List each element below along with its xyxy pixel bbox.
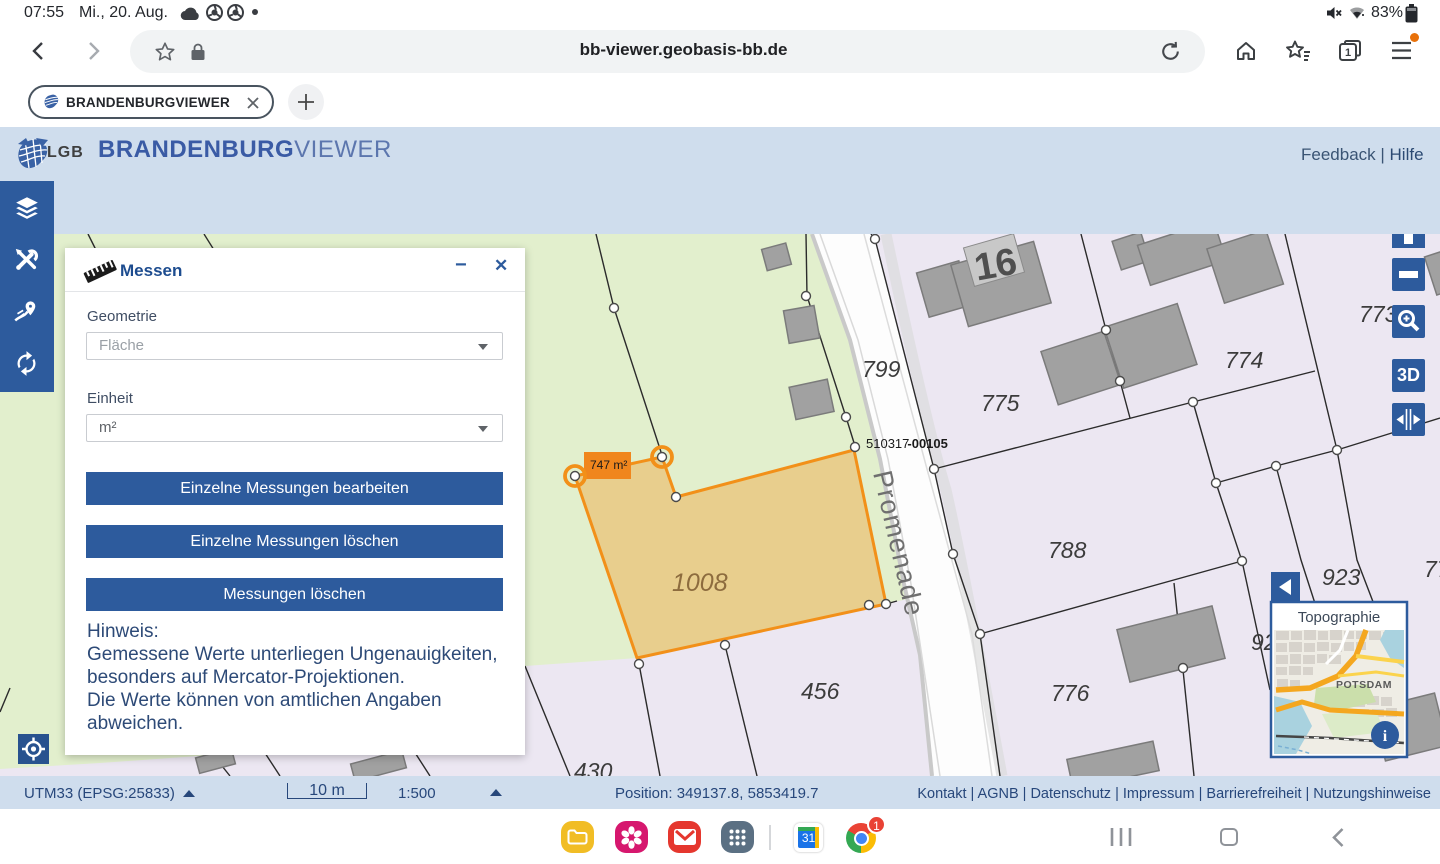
svg-text:77: 77	[1424, 556, 1440, 582]
svg-text:799: 799	[862, 356, 901, 382]
svg-text:775: 775	[981, 390, 1020, 416]
svg-text:456: 456	[801, 678, 840, 704]
svg-text:510317-00105: 510317-00105	[866, 436, 948, 451]
svg-text:776: 776	[1051, 680, 1090, 706]
svg-text:16: 16	[971, 241, 1020, 290]
svg-text:POTSDAM: POTSDAM	[1336, 679, 1392, 691]
svg-text:788: 788	[1048, 537, 1087, 563]
svg-text:923: 923	[1322, 564, 1361, 590]
svg-text:1: 1	[1345, 47, 1351, 59]
svg-text:747 m²: 747 m²	[590, 458, 627, 472]
svg-text:774: 774	[1225, 347, 1263, 373]
svg-text:Topographie: Topographie	[1298, 609, 1381, 626]
svg-text:i: i	[1383, 728, 1388, 745]
